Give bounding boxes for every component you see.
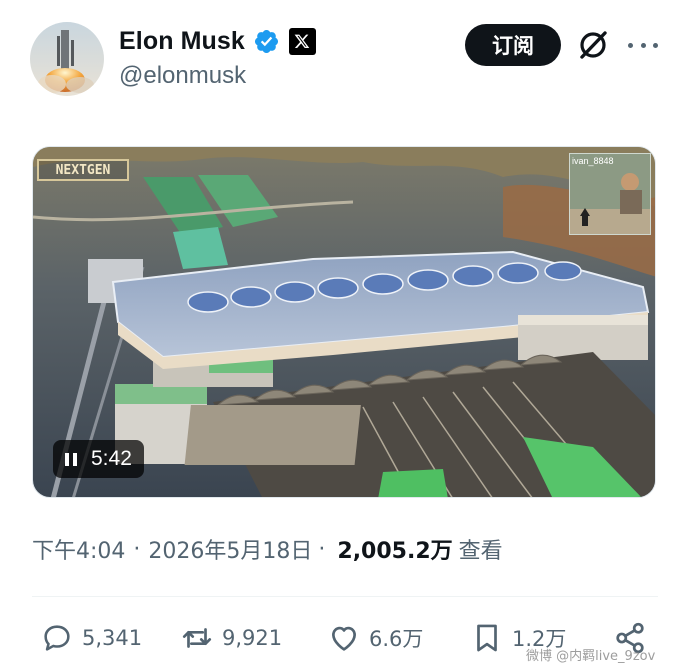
meta-separator-2: · [318,536,326,562]
reply-count: 5,341 [82,626,143,650]
duration-text: 5:42 [91,447,132,470]
like-icon [332,626,356,651]
repost-count: 9,921 [222,626,283,650]
post-date[interactable]: 2026年5月18日 [148,533,312,565]
reply-button[interactable]: 5,341 [40,621,142,655]
view-label: 查看 [458,539,503,564]
bookmark-icon [477,624,497,652]
nextgen-watermark: NEXTGEN [37,159,129,181]
like-count: 6.6万 [369,627,424,651]
like-button[interactable]: 6.6万 [327,621,423,655]
verified-badge-icon [254,29,278,53]
repost-button[interactable]: 9,921 [180,621,282,655]
display-name[interactable]: Elon Musk [119,27,245,56]
pause-icon[interactable] [65,452,77,466]
duration-badge[interactable]: 5:42 [53,440,144,478]
user-handle[interactable]: @elonmusk [119,62,246,90]
x-logo-icon [288,27,316,55]
meta-separator: · [133,536,141,562]
avatar[interactable] [30,22,104,96]
pip-label: ivan_8848 [572,156,614,166]
view-count: 2,005.2万 [337,539,453,564]
weibo-watermark: 微博 @内羁live_9zov [526,649,656,664]
more-icon[interactable] [628,38,658,52]
reply-icon [44,625,70,651]
grok-icon[interactable] [574,26,612,64]
divider [32,596,658,597]
pip-thumbnail: ivan_8848 [569,153,651,235]
repost-icon [182,628,212,648]
video-player[interactable]: NEXTGEN ivan_8848 5:42 [32,146,656,498]
tweet-meta: 下午4:04 · 2026年5月18日 · 2,005.2万 查看 [32,533,503,565]
post-time[interactable]: 下午4:04 [32,533,125,565]
subscribe-button[interactable]: 订阅 [465,24,561,66]
